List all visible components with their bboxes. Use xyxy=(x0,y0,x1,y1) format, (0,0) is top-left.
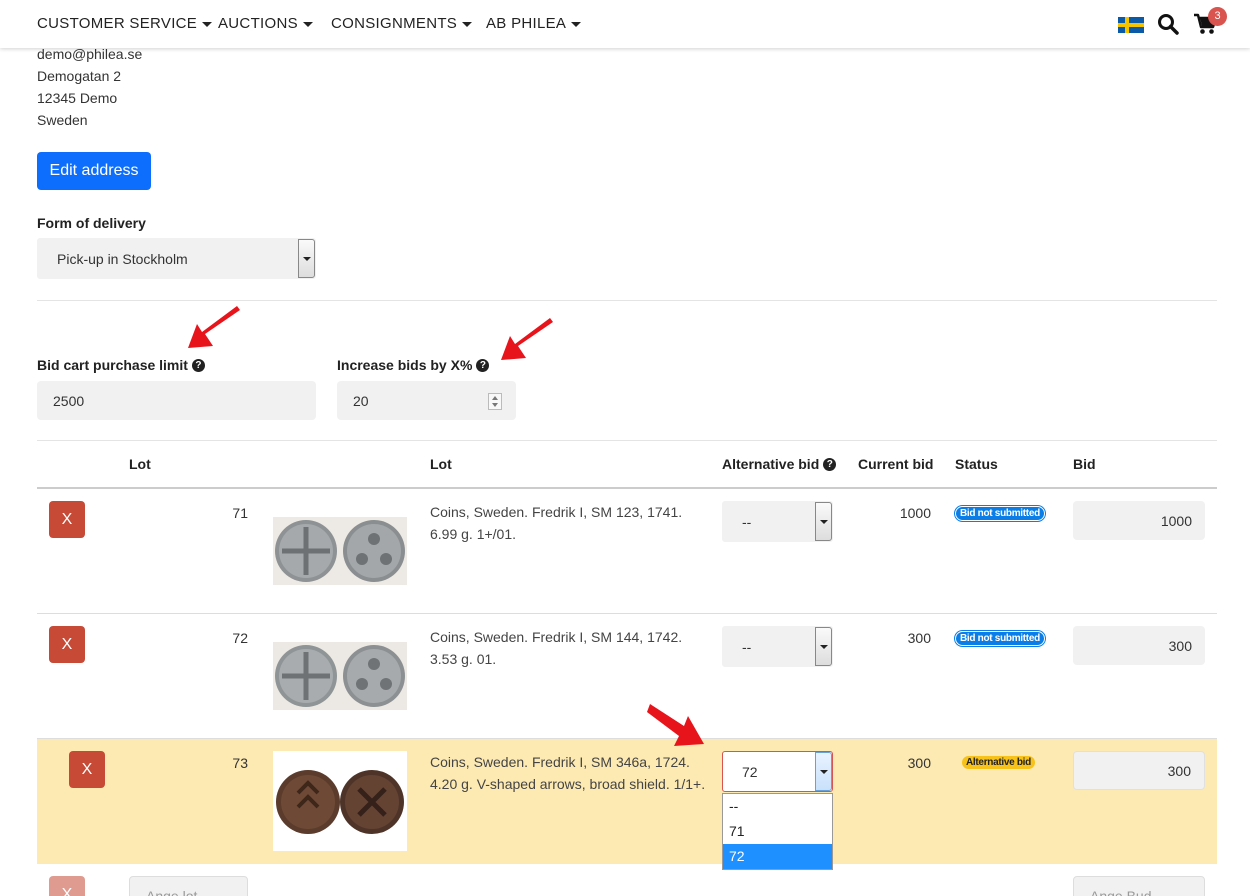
nav-ab-philea[interactable]: AB PHILEA xyxy=(486,15,582,32)
current-bid-value: 300 xyxy=(907,630,931,646)
nav-label: CUSTOMER SERVICE xyxy=(37,15,198,32)
table-row-highlighted: X 73 Coins, Sweden. Fredrik I, SM 346a, … xyxy=(37,739,1217,864)
bid-value: 1000 xyxy=(1160,512,1192,529)
col-status: Status xyxy=(955,456,998,472)
alternative-bid-select-open[interactable]: 72 xyxy=(722,751,833,792)
col-alternative-bid: Alternative bid ? xyxy=(722,456,837,472)
chevron-down-icon xyxy=(815,502,832,541)
address-city: 12345 Demo xyxy=(37,90,118,106)
bid-input[interactable]: 1000 xyxy=(1073,501,1205,540)
cart-count-badge: 3 xyxy=(1208,7,1227,26)
lot-description-line: 4.20 g. V-shaped arrows, broad shield. 1… xyxy=(430,776,706,792)
lot-description: Coins, Sweden. Fredrik I, SM 346a, 1724.… xyxy=(430,751,720,795)
alternative-bid-value: 72 xyxy=(742,763,758,780)
caret-down-icon xyxy=(571,22,582,27)
alternative-bid-dropdown-list: -- 71 72 xyxy=(722,793,833,870)
increase-bids-value: 20 xyxy=(353,392,369,409)
lot-description-line: Coins, Sweden. Fredrik I, SM 123, 1741. xyxy=(430,504,683,520)
col-current-bid: Current bid xyxy=(858,456,934,472)
divider xyxy=(37,440,1217,441)
coin-photo[interactable] xyxy=(273,751,407,851)
table-row: X 71 Coins, Sweden. Fredrik I, SM 123, 1… xyxy=(37,489,1217,614)
caret-down-icon xyxy=(202,22,213,27)
dropdown-option-selected[interactable]: 72 xyxy=(723,844,832,869)
status-badge: Alternative bid xyxy=(962,756,1035,769)
nav-auctions[interactable]: AUCTIONS xyxy=(218,15,313,32)
status-badge: Bid not submitted xyxy=(955,506,1045,521)
new-lot-input[interactable]: Ange lot xyxy=(129,876,248,896)
new-bid-input[interactable]: Ange Bud xyxy=(1073,876,1205,896)
chevron-down-icon xyxy=(815,752,832,791)
help-icon[interactable]: ? xyxy=(476,358,490,372)
col-lot-number: Lot xyxy=(129,456,151,472)
dropdown-option[interactable]: -- xyxy=(723,794,832,819)
nav-label: CONSIGNMENTS xyxy=(331,15,458,32)
alternative-bid-select[interactable]: -- xyxy=(722,626,833,667)
edit-address-button[interactable]: Edit address xyxy=(37,152,151,190)
bid-input[interactable]: 300 xyxy=(1073,626,1205,665)
coin-photo[interactable] xyxy=(273,517,407,585)
lot-description-line: Coins, Sweden. Fredrik I, SM 346a, 1724. xyxy=(430,754,690,770)
increase-bids-label: Increase bids by X% ? xyxy=(337,357,490,373)
caret-down-icon xyxy=(462,22,473,27)
annotation-arrow-icon xyxy=(501,318,553,360)
chevron-down-icon xyxy=(298,239,315,278)
search-icon[interactable] xyxy=(1157,13,1179,35)
remove-lot-button[interactable]: X xyxy=(49,626,85,663)
delivery-select[interactable]: Pick-up in Stockholm xyxy=(37,238,316,279)
nav-label: AUCTIONS xyxy=(218,15,298,32)
top-navbar: CUSTOMER SERVICE AUCTIONS CONSIGNMENTS A… xyxy=(0,0,1250,48)
alternative-bid-value: -- xyxy=(742,638,752,655)
coin-photo[interactable] xyxy=(273,642,407,710)
chevron-down-icon xyxy=(815,627,832,666)
bid-input[interactable]: 300 xyxy=(1073,751,1205,790)
number-spinner-icon[interactable] xyxy=(488,393,502,410)
address-street: Demogatan 2 xyxy=(37,68,122,84)
delivery-value: Pick-up in Stockholm xyxy=(57,250,188,267)
annotation-arrow-icon xyxy=(647,704,704,746)
remove-lot-button[interactable]: X xyxy=(49,876,85,896)
new-bid-placeholder: Ange Bud xyxy=(1090,887,1152,896)
address-email: demo@philea.se xyxy=(37,46,143,62)
lot-number: 73 xyxy=(232,755,248,771)
lot-description: Coins, Sweden. Fredrik I, SM 123, 1741. … xyxy=(430,501,720,545)
purchase-limit-input[interactable]: 2500 xyxy=(37,381,316,420)
nav-customer-service[interactable]: CUSTOMER SERVICE xyxy=(37,15,213,32)
col-bid: Bid xyxy=(1073,456,1096,472)
purchase-limit-value: 2500 xyxy=(53,392,85,409)
new-lot-placeholder: Ange lot xyxy=(146,887,198,896)
alt-bid-header-text: Alternative bid xyxy=(722,456,820,472)
bid-value: 300 xyxy=(1167,762,1191,779)
caret-down-icon xyxy=(302,22,313,27)
help-icon[interactable]: ? xyxy=(823,457,837,471)
help-icon[interactable]: ? xyxy=(191,358,205,372)
dropdown-option[interactable]: 71 xyxy=(723,819,832,844)
lot-description: Coins, Sweden. Fredrik I, SM 144, 1742. … xyxy=(430,626,720,670)
nav-label: AB PHILEA xyxy=(486,15,567,32)
alternative-bid-select[interactable]: -- xyxy=(722,501,833,542)
bid-value: 300 xyxy=(1168,637,1192,654)
remove-lot-button[interactable]: X xyxy=(69,751,105,788)
delivery-label: Form of delivery xyxy=(37,215,146,231)
increase-bids-text: Increase bids by X% xyxy=(337,357,473,373)
remove-lot-button[interactable]: X xyxy=(49,501,85,538)
lot-description-line: 6.99 g. 1+/01. xyxy=(430,526,517,542)
lot-description-line: 3.53 g. 01. xyxy=(430,651,497,667)
current-bid-value: 300 xyxy=(907,755,931,771)
purchase-limit-label: Bid cart purchase limit ? xyxy=(37,357,205,373)
nav-consignments[interactable]: CONSIGNMENTS xyxy=(331,15,473,32)
lot-description-line: Coins, Sweden. Fredrik I, SM 144, 1742. xyxy=(430,629,683,645)
annotation-arrow-icon xyxy=(188,306,240,348)
lot-number: 72 xyxy=(232,630,248,646)
lot-number: 71 xyxy=(232,505,248,521)
status-badge: Bid not submitted xyxy=(955,631,1045,646)
sweden-flag-icon[interactable] xyxy=(1118,17,1144,33)
current-bid-value: 1000 xyxy=(899,505,931,521)
purchase-limit-text: Bid cart purchase limit xyxy=(37,357,188,373)
table-row: X 72 Coins, Sweden. Fredrik I, SM 144, 1… xyxy=(37,614,1217,739)
col-lot-description: Lot xyxy=(430,456,452,472)
alternative-bid-value: -- xyxy=(742,513,752,530)
increase-bids-input[interactable]: 20 xyxy=(337,381,516,420)
address-country: Sweden xyxy=(37,112,88,128)
